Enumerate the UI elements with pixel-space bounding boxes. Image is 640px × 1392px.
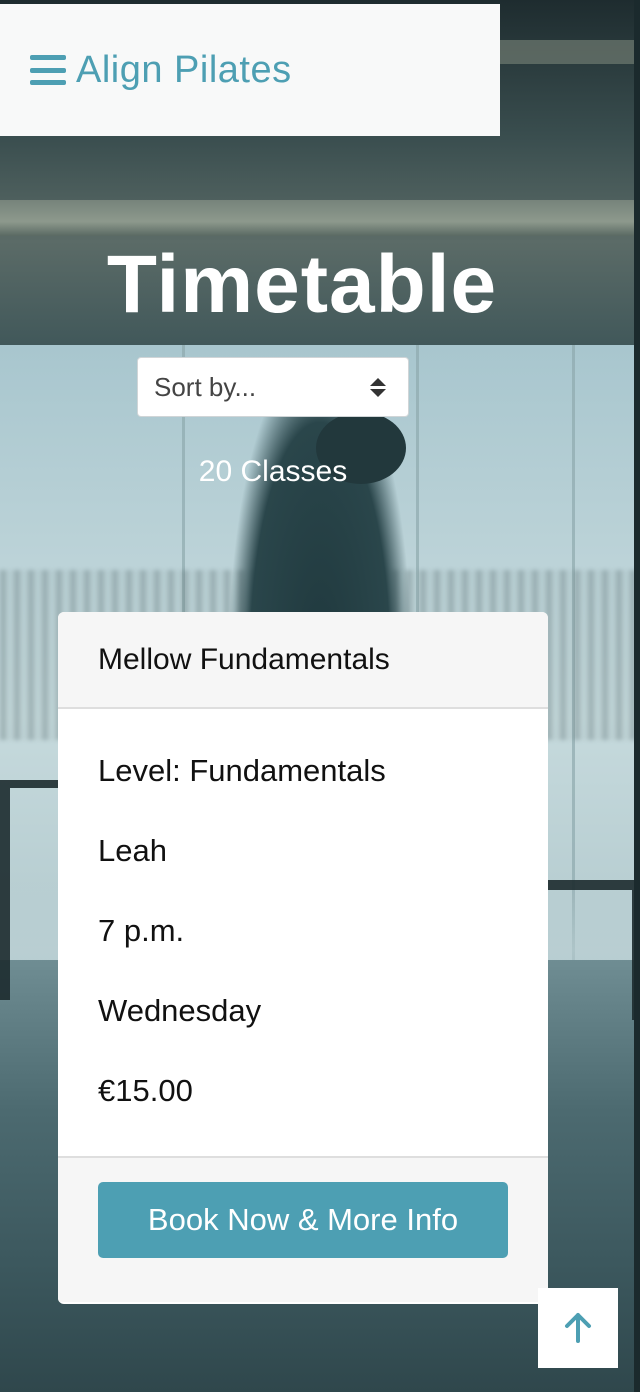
arrow-up-icon [565, 1313, 591, 1343]
page-title: Timetable [106, 239, 498, 330]
hamburger-menu-icon[interactable] [30, 55, 66, 85]
brand-link[interactable]: Align Pilates [76, 49, 292, 92]
class-time: 7 p.m. [98, 913, 185, 948]
class-level: Level: Fundamentals [98, 753, 386, 788]
class-card-footer: Book Now & More Info [58, 1158, 548, 1302]
class-count: 20 Classes [198, 455, 348, 488]
book-now-button[interactable]: Book Now & More Info [98, 1182, 508, 1258]
class-price: €15.00 [98, 1073, 193, 1108]
class-day: Wednesday [98, 993, 262, 1028]
sort-select-value: Sort by... [154, 371, 257, 402]
class-card-title: Mellow Fundamentals [58, 612, 548, 709]
class-instructor: Leah [98, 833, 167, 868]
page: Align Pilates Timetable Sort by... 20 Cl… [0, 0, 640, 1392]
sort-select[interactable]: Sort by... [137, 357, 409, 417]
navbar: Align Pilates [0, 4, 500, 136]
back-to-top-button[interactable] [538, 1288, 618, 1368]
select-arrows-icon [370, 377, 386, 397]
class-card: Mellow Fundamentals Level: Fundamentals … [58, 612, 548, 1304]
class-card-body: Level: Fundamentals Leah 7 p.m. Wednesda… [58, 709, 548, 1158]
